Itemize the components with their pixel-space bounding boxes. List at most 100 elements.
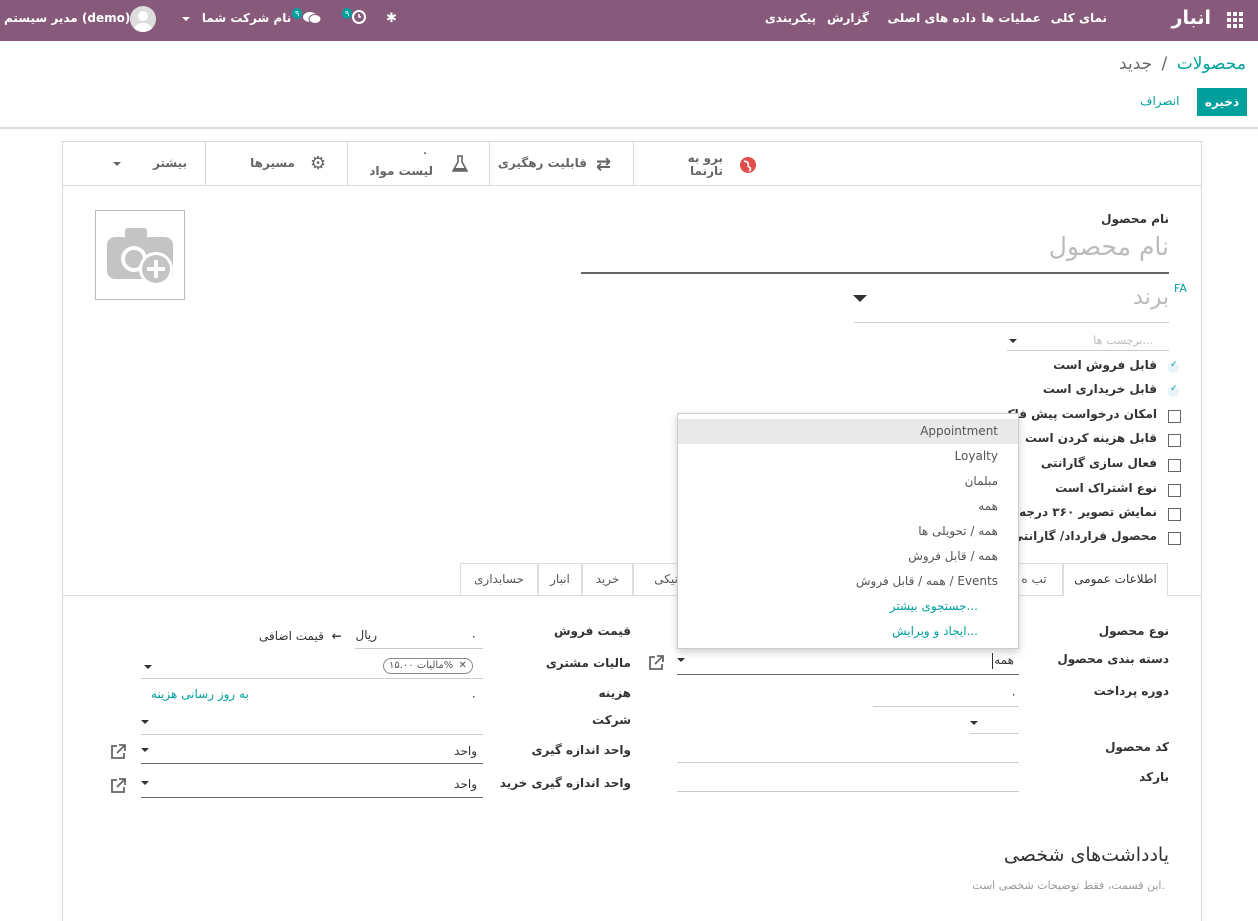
checkbox-row-expensable[interactable]: قابل هزینه کردن است (1024, 431, 1181, 451)
uom-caret-icon[interactable] (141, 748, 149, 752)
dropdown-item-loyalty[interactable]: Loyalty (955, 449, 998, 463)
menu-reporting[interactable]: گزارش (827, 11, 869, 25)
checkbox-row-contract-warranty[interactable]: محصول قرارداد/ گارانتی (1011, 529, 1181, 549)
save-button[interactable]: ذخیره (1197, 88, 1247, 116)
tags-input[interactable]: برچسب ها... (1093, 334, 1153, 347)
tab-purchase[interactable]: خرید (582, 563, 633, 595)
currency-select[interactable]: ریال (355, 628, 377, 642)
uom-external-link-icon[interactable] (109, 743, 127, 761)
category-caret-icon[interactable] (677, 658, 685, 662)
apps-grid-icon[interactable] (1227, 12, 1243, 28)
lang-indicator[interactable]: FA (1174, 282, 1187, 295)
breadcrumb-parent[interactable]: محصولات (1177, 54, 1246, 74)
menu-configuration[interactable]: پیکربندی (765, 11, 816, 25)
company-caret-icon (182, 16, 190, 21)
dropdown-item-furniture[interactable]: مبلمان (965, 474, 998, 488)
external-link-icon[interactable] (647, 654, 665, 672)
extra-price-link[interactable]: قیمت اضافی ← (259, 629, 342, 643)
brand-input[interactable]: برند (1133, 285, 1169, 310)
menu-overview[interactable]: نمای کلی (1051, 11, 1107, 25)
more-button[interactable]: بیشتر (63, 142, 205, 186)
product-name-label: نام محصول (1101, 212, 1169, 226)
checkbox-saleable[interactable] (1168, 360, 1179, 373)
checkbox-row-360-view[interactable]: نمایش تصویر ۳۶۰ درجه (1019, 505, 1181, 525)
user-name: مدیر سیستم (demo) (4, 11, 131, 25)
checkbox-expensable[interactable] (1168, 434, 1181, 447)
menu-operations[interactable]: عملیات ها (981, 11, 1041, 25)
payment-period-label: دوره پرداخت (1093, 684, 1169, 698)
notes-title: یادداشت‌های شخصی (1003, 844, 1169, 866)
gears-icon: ⚙ (310, 153, 327, 174)
uom-input[interactable]: واحد (454, 744, 477, 758)
product-image[interactable] (95, 210, 185, 300)
checkbox-label-contract-warranty: محصول قرارداد/ گارانتی (1011, 529, 1157, 543)
bom-button[interactable]: ۰ لیست مواد (347, 142, 489, 186)
dropdown-create-edit[interactable]: ایجاد و ویرایش... (892, 624, 978, 638)
form-sheet: برو به تارنما ⇄ قابلیت رهگیری ۰ لیست موا… (62, 141, 1202, 921)
product-category-input[interactable]: همه (994, 653, 1014, 667)
tax-underline (141, 678, 483, 679)
tax-tag-remove-icon[interactable]: ✕ (458, 660, 466, 671)
payment-period-input[interactable]: ۰ (1011, 687, 1017, 701)
sale-price-input[interactable]: ۰ (471, 629, 477, 643)
routes-button[interactable]: ⚙ مسیرها (205, 142, 347, 186)
chat-icon[interactable] (303, 11, 322, 25)
tab-inventory[interactable]: انبار (538, 563, 582, 595)
tax-caret-icon[interactable] (144, 665, 152, 669)
website-label: برو به تارنما (687, 151, 723, 178)
checkbox-row-saleable[interactable]: قابل فروش است (1053, 358, 1179, 378)
checkbox-row-purchasable[interactable]: قابل خریداری است (1043, 382, 1179, 402)
dropdown-item-all-saleable-events[interactable]: همه / قابل فروش / Events (856, 574, 998, 588)
debug-bug-icon[interactable]: ✱ (386, 11, 397, 26)
checkbox-row-proforma[interactable]: امکان درخواست پیش فاک (1002, 407, 1181, 427)
tab-general-info[interactable]: اطلاعات عمومی (1063, 563, 1168, 596)
checkbox-row-subscription[interactable]: نوع اشتراک است (1055, 481, 1181, 501)
breadcrumb-separator: / (1161, 54, 1168, 74)
tab-accounting[interactable]: حسابداری (460, 563, 538, 595)
traceability-button[interactable]: ⇄ قابلیت رهگیری (489, 142, 633, 186)
product-name-underline (581, 272, 1169, 274)
breadcrumb-current: جدید (1119, 54, 1153, 74)
checkbox-purchasable[interactable] (1168, 384, 1179, 397)
checkbox-proforma[interactable] (1168, 410, 1181, 423)
dropdown-item-all[interactable]: همه (978, 499, 998, 513)
dropdown-item-all-saleable[interactable]: همه / قابل فروش (908, 549, 998, 563)
website-button[interactable]: برو به تارنما (633, 142, 775, 186)
checkbox-row-warranty[interactable]: فعال سازی گارانتی (1041, 456, 1181, 476)
dropdown-search-more[interactable]: جستجوی بیشتر... (890, 599, 978, 613)
camera-plus-icon (107, 228, 173, 286)
update-cost-link[interactable]: به روز رسانی هزینه (151, 687, 249, 701)
checkbox-warranty[interactable] (1168, 459, 1181, 472)
bom-label: لیست مواد (369, 164, 433, 178)
notes-input[interactable]: این قسمت، فقط توضیحات شخصی است. (972, 879, 1165, 892)
tags-caret-icon[interactable] (1009, 339, 1017, 343)
menu-master-data[interactable]: داده های اصلی (888, 11, 976, 25)
company-name: نام شرکت شما (201, 11, 292, 25)
purchase-uom-input[interactable]: واحد (454, 777, 477, 791)
purchase-uom-external-link-icon[interactable] (109, 777, 127, 795)
checkbox-360-view[interactable] (1168, 508, 1181, 521)
checkbox-contract-warranty[interactable] (1168, 532, 1181, 545)
company-switcher[interactable]: نام شرکت شما (182, 11, 291, 25)
product-code-underline (677, 762, 1019, 763)
app-name[interactable]: انبار (1172, 7, 1211, 29)
product-category-label: دسته بندی محصول (1057, 652, 1169, 666)
dropdown-item-appointment[interactable]: Appointment (678, 419, 1018, 444)
cost-input[interactable]: ۰ (471, 689, 477, 703)
extra-price-label: قیمت اضافی (259, 629, 324, 643)
dropdown-item-all-deliverables[interactable]: همه / تحویلی ها (918, 524, 998, 538)
product-name-input[interactable]: نام محصول (1049, 232, 1169, 261)
uom-label: واحد اندازه گیری (531, 743, 631, 757)
button-box: برو به تارنما ⇄ قابلیت رهگیری ۰ لیست موا… (63, 142, 1201, 186)
checkbox-subscription[interactable] (1168, 484, 1181, 497)
payment-period-caret-icon[interactable] (970, 721, 978, 725)
company-caret-field-icon[interactable] (141, 720, 149, 724)
brand-caret-icon[interactable] (853, 295, 867, 302)
tax-tag[interactable]: مالیات ۱۵.۰۰% ✕ (383, 658, 473, 674)
checkbox-label-expensable: قابل هزینه کردن است (1024, 431, 1157, 445)
barcode-label: بارکد (1139, 770, 1169, 784)
discard-button[interactable]: انصراف (1140, 94, 1179, 108)
activity-clock-icon[interactable] (352, 10, 366, 24)
brand-underline (854, 322, 1169, 323)
purchase-uom-caret-icon[interactable] (141, 781, 149, 785)
